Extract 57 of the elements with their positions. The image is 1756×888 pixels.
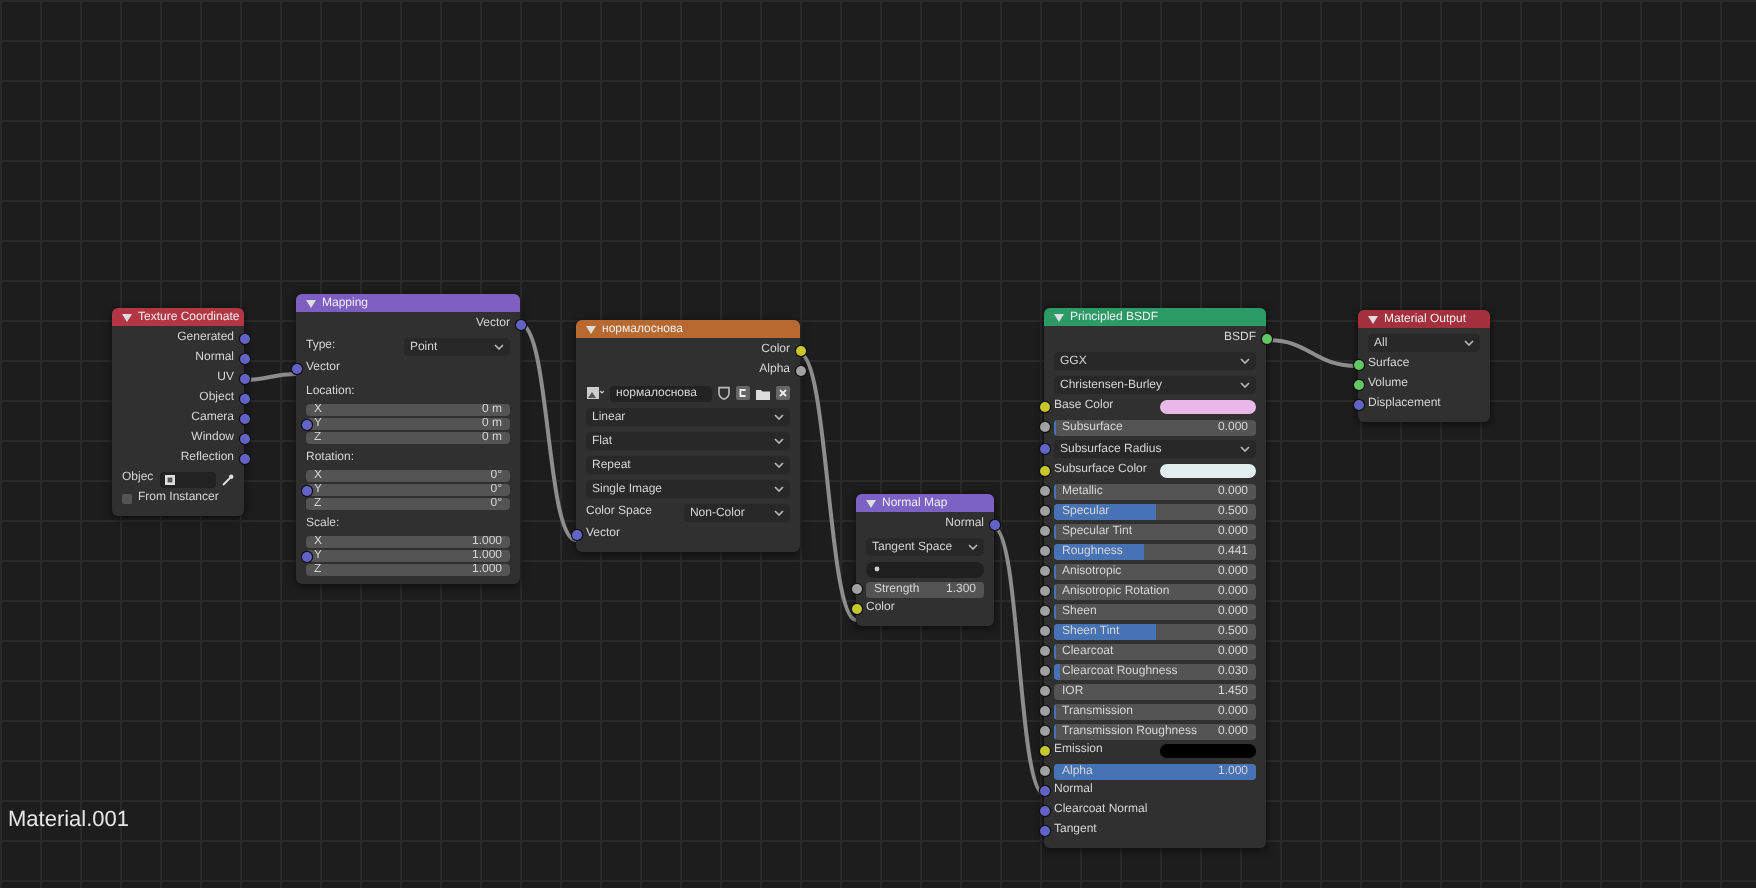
socket[interactable] — [1039, 746, 1049, 756]
socket[interactable] — [795, 366, 805, 376]
cube-icon — [163, 473, 176, 485]
collapse-icon[interactable] — [866, 499, 876, 507]
socket[interactable] — [851, 584, 861, 594]
socket[interactable] — [1039, 506, 1049, 516]
chevron-icon — [1240, 358, 1250, 364]
collapse-icon[interactable] — [306, 299, 316, 307]
color-swatch[interactable] — [1160, 744, 1256, 758]
eyedropper-icon[interactable] — [222, 473, 234, 485]
checkbox[interactable] — [122, 494, 132, 504]
collapse-icon[interactable] — [1054, 313, 1064, 321]
socket[interactable] — [1039, 626, 1049, 636]
chevron-icon — [774, 438, 784, 444]
chevron-icon — [968, 544, 978, 550]
collapse-icon[interactable] — [1368, 315, 1378, 323]
close-icon[interactable] — [776, 386, 790, 400]
uv-map-field[interactable] — [866, 561, 984, 577]
socket[interactable] — [1039, 766, 1049, 776]
socket[interactable] — [1039, 726, 1049, 736]
socket[interactable] — [1039, 402, 1049, 412]
socket[interactable] — [1039, 466, 1049, 476]
dot-icon — [874, 566, 880, 572]
socket[interactable] — [1039, 646, 1049, 656]
chevron-icon — [774, 486, 784, 492]
chevron-icon — [494, 344, 504, 350]
socket[interactable] — [795, 346, 805, 356]
socket[interactable] — [1039, 526, 1049, 536]
socket[interactable] — [1039, 422, 1049, 432]
socket[interactable] — [1039, 706, 1049, 716]
object-field[interactable] — [159, 471, 216, 487]
color-swatch[interactable] — [1160, 464, 1256, 478]
socket[interactable] — [1039, 546, 1049, 556]
socket[interactable] — [1039, 606, 1049, 616]
socket[interactable] — [1261, 334, 1271, 344]
material-name: Material.001 — [8, 808, 130, 832]
chevron-icon — [1240, 446, 1250, 452]
image-icon[interactable] — [586, 386, 604, 400]
chevron-icon — [774, 414, 784, 420]
chevron-icon — [1464, 340, 1474, 346]
socket[interactable] — [1039, 586, 1049, 596]
chevron-icon — [774, 510, 784, 516]
socket[interactable] — [1039, 666, 1049, 676]
socket[interactable] — [1353, 360, 1363, 370]
chevron-icon — [774, 462, 784, 468]
shield-icon[interactable] — [718, 386, 730, 400]
socket[interactable] — [1039, 686, 1049, 696]
chevron-icon — [1240, 382, 1250, 388]
socket[interactable] — [851, 604, 861, 614]
socket[interactable] — [1039, 566, 1049, 576]
collapse-icon[interactable] — [122, 313, 132, 321]
socket[interactable] — [1039, 486, 1049, 496]
color-swatch[interactable] — [1160, 400, 1256, 414]
folder-icon[interactable] — [756, 387, 770, 399]
collapse-icon[interactable] — [586, 325, 596, 333]
socket[interactable] — [1353, 380, 1363, 390]
duplicate-icon[interactable] — [736, 386, 750, 400]
